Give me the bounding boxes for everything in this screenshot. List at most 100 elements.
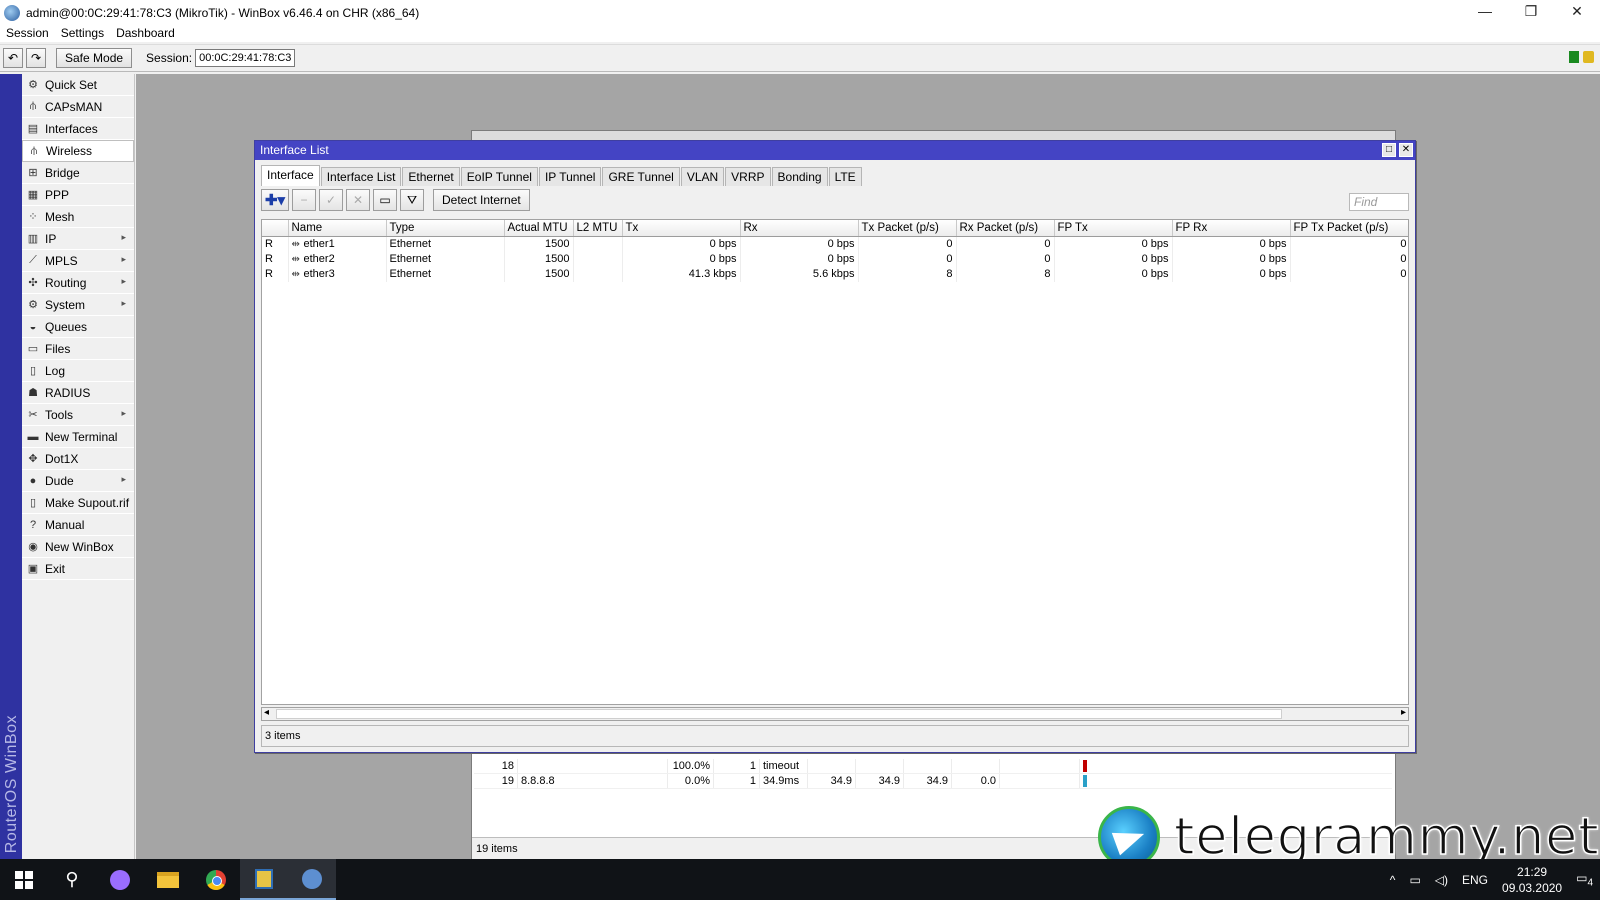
brand-text: RouterOS WinBox — [3, 714, 20, 853]
sidebar-item-dot1x[interactable]: ✥ Dot1X — [22, 448, 134, 470]
sidebar-item-queues[interactable]: ◒ Queues — [22, 316, 134, 338]
undo-button[interactable]: ↶ — [3, 48, 23, 68]
column-header[interactable]: Tx — [622, 220, 741, 237]
disable-button[interactable]: ✕ — [346, 189, 370, 211]
list-item[interactable]: 19 8.8.8.8 0.0% 1 34.9ms 34.9 34.9 34.9 0.0 — [474, 774, 1392, 789]
notifications-icon[interactable]: ▭4 — [1576, 871, 1593, 888]
enable-button[interactable]: ✓ — [319, 189, 343, 211]
sidebar-item-wireless[interactable]: ⫛ Wireless — [22, 140, 134, 162]
column-header[interactable]: Rx — [740, 220, 859, 237]
column-header[interactable]: FP Tx Packet (p/s) — [1290, 220, 1408, 237]
volume-icon[interactable]: ◁) — [1435, 873, 1448, 887]
tab-eoip-tunnel[interactable]: EoIP Tunnel — [460, 167, 538, 186]
chrome-button[interactable] — [192, 859, 240, 900]
interface-list-window[interactable]: Interface List □ ✕ Interface Interface Li… — [254, 140, 1416, 753]
detect-internet-button[interactable]: Detect Internet — [433, 189, 530, 211]
tab-vrrp[interactable]: VRRP — [725, 167, 771, 186]
column-header[interactable]: Tx Packet (p/s) — [858, 220, 957, 237]
column-header[interactable]: L2 MTU — [573, 220, 623, 237]
table-row[interactable]: R ⇹ ether2 Ethernet 1500 0 bps 0 bps 0 0 0 bps 0 b… — [262, 251, 1408, 267]
scroll-left-icon[interactable]: ◂ — [264, 707, 269, 718]
ping-loss: 0.0% — [668, 774, 714, 788]
submenu-arrow-icon: ▸ — [121, 298, 126, 308]
sidebar-item-bridge[interactable]: ⊞ Bridge — [22, 162, 134, 184]
column-header[interactable]: Name — [288, 220, 387, 237]
sidebar-item-exit[interactable]: ▣ Exit — [22, 558, 134, 580]
sidebar-item-ip[interactable]: ▥ IP ▸ — [22, 228, 134, 250]
sidebar-item-label: Queues — [45, 319, 88, 334]
sidebar-item-mpls[interactable]: ⟋ MPLS ▸ — [22, 250, 134, 272]
menu-dashboard[interactable]: Dashboard — [110, 24, 181, 42]
comment-button[interactable]: ▭ — [373, 189, 397, 211]
safe-mode-button[interactable]: Safe Mode — [56, 48, 133, 68]
explorer-button[interactable] — [144, 859, 192, 900]
language-indicator[interactable]: ENG — [1462, 873, 1488, 887]
menu-settings[interactable]: Settings — [55, 24, 110, 42]
search-button[interactable]: ⚲ — [48, 859, 96, 900]
column-header[interactable] — [262, 220, 289, 237]
tab-vlan[interactable]: VLAN — [680, 167, 725, 186]
tray-chevron-icon[interactable]: ^ — [1390, 873, 1396, 887]
minimize-button[interactable]: — — [1462, 0, 1508, 26]
maximize-window-icon[interactable]: □ — [1382, 143, 1396, 157]
sidebar-item-dude[interactable]: ● Dude ▸ — [22, 470, 134, 492]
ping-seq: 19 — [474, 774, 518, 788]
sidebar-item-manual[interactable]: ? Manual — [22, 514, 134, 536]
interface-list-titlebar[interactable]: Interface List □ ✕ — [255, 141, 1415, 160]
column-header[interactable]: Rx Packet (p/s) — [956, 220, 1055, 237]
column-header[interactable]: FP Tx — [1054, 220, 1173, 237]
sidebar-item-interfaces[interactable]: ▤ Interfaces — [22, 118, 134, 140]
sidebar-item-system[interactable]: ⚙ System ▸ — [22, 294, 134, 316]
sidebar-item-files[interactable]: ▭ Files — [22, 338, 134, 360]
cell-type: Ethernet — [386, 236, 505, 252]
tab-interface[interactable]: Interface — [261, 165, 320, 186]
start-button[interactable] — [0, 859, 48, 900]
redo-button[interactable]: ↷ — [26, 48, 46, 68]
dot1x-icon: ✥ — [28, 453, 38, 465]
sidebar-item-tools[interactable]: ✂ Tools ▸ — [22, 404, 134, 426]
tab-interface-list[interactable]: Interface List — [320, 167, 402, 186]
tab-bonding[interactable]: Bonding — [771, 167, 828, 186]
tab-ethernet[interactable]: Ethernet — [402, 167, 460, 186]
ethernet-interface-icon: ⇹ — [291, 238, 300, 250]
network-icon[interactable]: ▭ — [1409, 873, 1420, 887]
clock-time: 21:29 — [1517, 864, 1548, 879]
horizontal-scrollbar[interactable]: ◂ ▸ — [261, 707, 1409, 721]
sidebar-item-new-terminal[interactable]: ▬ New Terminal — [22, 426, 134, 448]
session-field[interactable]: 00:0C:29:41:78:C3 — [195, 49, 296, 67]
table-row[interactable]: R ⇹ ether1 Ethernet 1500 0 bps 0 bps 0 0 0 bps 0 b… — [262, 236, 1408, 252]
tab-ip-tunnel[interactable]: IP Tunnel — [538, 167, 602, 186]
sidebar-item-capsman[interactable]: ⫛ CAPsMAN — [22, 96, 134, 118]
ping-status: timeout — [760, 759, 808, 773]
sidebar-item-radius[interactable]: ☗ RADIUS — [22, 382, 134, 404]
list-item[interactable]: 18 100.0% 1 timeout — [474, 759, 1392, 774]
restore-button[interactable]: ❐ — [1508, 0, 1554, 26]
sidebar-item-mesh[interactable]: ⁘ Mesh — [22, 206, 134, 228]
column-header[interactable]: Type — [386, 220, 505, 237]
tab-gre-tunnel[interactable]: GRE Tunnel — [602, 167, 680, 186]
cortana-button[interactable] — [96, 859, 144, 900]
sidebar-item-routing[interactable]: ✣ Routing ▸ — [22, 272, 134, 294]
find-input[interactable]: Find — [1349, 193, 1409, 211]
cell-name: ⇹ ether1 — [288, 236, 387, 252]
sidebar-item-new-winbox[interactable]: ◉ New WinBox — [22, 536, 134, 558]
sidebar-item-quick-set[interactable]: ⚙ Quick Set — [22, 74, 134, 96]
scroll-right-icon[interactable]: ▸ — [1401, 707, 1406, 718]
scroll-thumb[interactable] — [276, 709, 1282, 719]
column-header[interactable]: Actual MTU — [504, 220, 574, 237]
tab-lte[interactable]: LTE — [828, 167, 862, 186]
menu-session[interactable]: Session — [0, 24, 55, 42]
clock[interactable]: 21:29 09.03.2020 — [1502, 864, 1562, 896]
winbox-task-button-2[interactable] — [288, 859, 336, 900]
sidebar-item-ppp[interactable]: ▦ PPP — [22, 184, 134, 206]
sidebar-item-make-supout-rif[interactable]: ▯ Make Supout.rif — [22, 492, 134, 514]
close-button[interactable]: ✕ — [1554, 0, 1600, 26]
close-window-icon[interactable]: ✕ — [1399, 143, 1413, 157]
column-header[interactable]: FP Rx — [1172, 220, 1291, 237]
filter-icon[interactable]: ⛛ — [400, 189, 424, 211]
sidebar-item-log[interactable]: ▯ Log — [22, 360, 134, 382]
remove-button[interactable]: − — [292, 189, 316, 211]
table-row[interactable]: R ⇹ ether3 Ethernet 1500 41.3 kbps 5.6 kbps 8 8 0… — [262, 266, 1408, 282]
winbox-task-button[interactable] — [240, 859, 288, 900]
add-button[interactable]: ✚▾ — [261, 189, 289, 211]
